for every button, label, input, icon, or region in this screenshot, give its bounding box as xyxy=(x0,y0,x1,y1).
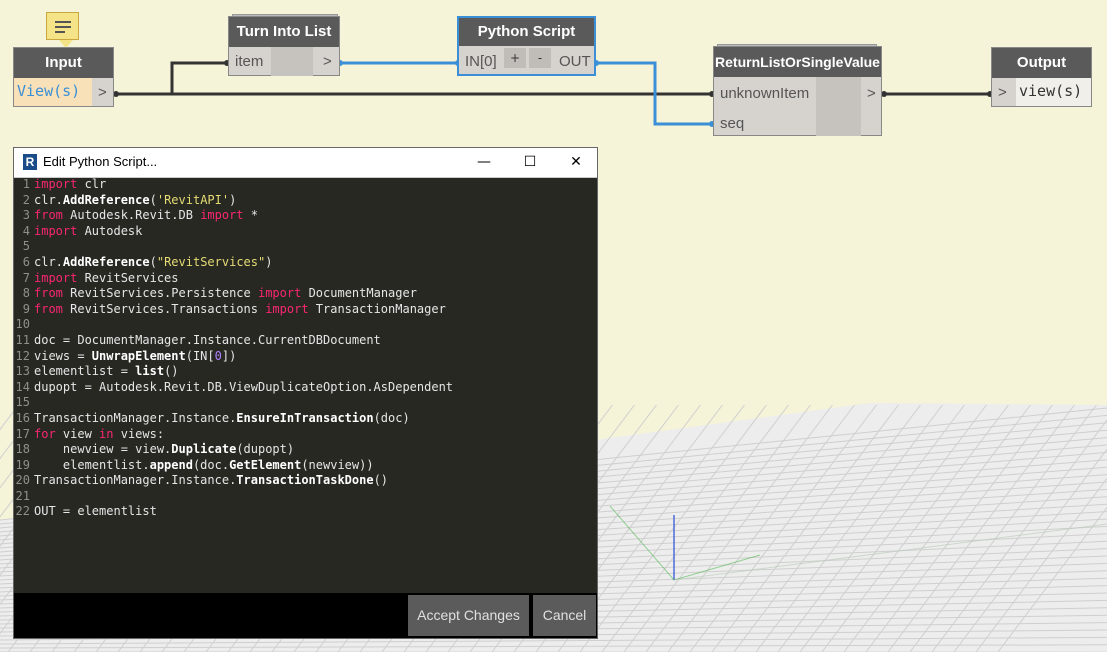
input-output-port[interactable]: > xyxy=(98,84,107,101)
line-number: 17 xyxy=(15,426,30,441)
code-text: doc = DocumentManager.Instance.CurrentDB… xyxy=(34,332,381,347)
return-list-seq-port[interactable]: seq xyxy=(720,115,744,132)
code-line[interactable]: 3 from Autodesk.Revit.DB import * xyxy=(14,208,597,224)
code-line[interactable]: 18 newview = view.Duplicate(dupopt) xyxy=(14,442,597,458)
code-text: from RevitServices.Persistence import Do… xyxy=(34,286,417,301)
input-node[interactable]: Input View(s) > xyxy=(13,47,114,107)
wire-input-to-turn-into-list xyxy=(170,61,227,94)
code-line[interactable]: 10 xyxy=(14,317,597,333)
code-text: TransactionManager.Instance.EnsureInTran… xyxy=(34,410,410,425)
add-input-button[interactable]: + xyxy=(504,48,526,68)
code-line[interactable]: 12 views = UnwrapElement(IN[0]) xyxy=(14,349,597,365)
return-list-node[interactable]: ReturnListOrSingleValue unknownItem seq … xyxy=(713,46,882,136)
code-line[interactable]: 22 OUT = elementlist xyxy=(14,504,597,520)
python-script-input-port[interactable]: IN[0] xyxy=(465,53,497,70)
return-list-output-port[interactable]: > xyxy=(867,85,876,102)
line-number: 1 xyxy=(22,177,30,191)
input-value-field[interactable]: View(s) xyxy=(14,78,92,106)
code-line[interactable]: 4 import Autodesk xyxy=(14,224,597,240)
minimize-icon[interactable]: — xyxy=(461,148,507,177)
code-text: from RevitServices.Transactions import T… xyxy=(34,301,446,316)
code-line[interactable]: 17 for view in views: xyxy=(14,427,597,443)
turn-into-list-title: Turn Into List xyxy=(229,17,339,47)
code-text: import Autodesk xyxy=(34,223,143,238)
code-text: dupopt = Autodesk.Revit.DB.ViewDuplicate… xyxy=(34,379,454,394)
turn-into-list-node[interactable]: Turn Into List item > xyxy=(228,16,340,76)
line-number: 14 xyxy=(15,379,30,394)
remove-input-button[interactable]: - xyxy=(529,48,551,68)
line-number: 11 xyxy=(15,332,30,347)
maximize-icon[interactable]: ☐ xyxy=(507,148,553,177)
line-number: 20 xyxy=(15,473,30,488)
line-number: 2 xyxy=(22,192,30,207)
editor-title: Edit Python Script... xyxy=(43,154,158,169)
line-number: 6 xyxy=(22,254,30,269)
note-icon[interactable] xyxy=(46,12,79,48)
code-line[interactable]: 7 import RevitServices xyxy=(14,271,597,287)
code-line[interactable]: 16 TransactionManager.Instance.EnsureInTr… xyxy=(14,411,597,427)
return-list-title: ReturnListOrSingleValue xyxy=(714,47,881,77)
line-number: 10 xyxy=(15,317,30,332)
line-number: 3 xyxy=(22,208,30,223)
code-text: import clr xyxy=(34,177,107,191)
line-number: 13 xyxy=(15,364,30,379)
turn-into-list-output-port[interactable]: > xyxy=(323,53,332,70)
python-script-output-port[interactable]: OUT xyxy=(559,53,591,70)
code-text: newview = view.Duplicate(dupopt) xyxy=(34,442,295,457)
line-number: 8 xyxy=(22,286,30,301)
code-line[interactable]: 15 xyxy=(14,395,597,411)
code-line[interactable]: 20 TransactionManager.Instance.Transactio… xyxy=(14,473,597,489)
code-line[interactable]: 1 import clr xyxy=(14,177,597,193)
code-editor[interactable]: 1 import clr 2 clr.AddReference('RevitAPI')… xyxy=(14,177,597,593)
turn-into-list-input-port[interactable]: item xyxy=(235,53,263,70)
cancel-button[interactable]: Cancel xyxy=(533,595,596,636)
code-text: elementlist.append(doc.GetElement(newvie… xyxy=(34,457,374,472)
output-node[interactable]: Output > view(s) xyxy=(991,47,1092,107)
line-number: 9 xyxy=(22,301,30,316)
code-line[interactable]: 5 xyxy=(14,239,597,255)
line-number: 7 xyxy=(22,270,30,285)
output-input-port[interactable]: > xyxy=(998,84,1007,101)
revit-app-icon: R xyxy=(23,154,37,170)
line-number: 18 xyxy=(15,442,30,457)
code-text: OUT = elementlist xyxy=(34,504,157,519)
line-number: 16 xyxy=(15,410,30,425)
code-line[interactable]: 2 clr.AddReference('RevitAPI') xyxy=(14,193,597,209)
code-text: clr.AddReference("RevitServices") xyxy=(34,254,273,269)
line-number: 15 xyxy=(15,395,30,410)
code-line[interactable]: 19 elementlist.append(doc.GetElement(new… xyxy=(14,458,597,474)
code-text: elementlist = list() xyxy=(34,364,179,379)
python-script-node[interactable]: Python Script IN[0] + - OUT xyxy=(457,16,596,76)
code-text: TransactionManager.Instance.TransactionT… xyxy=(34,473,389,488)
code-line[interactable]: 6 clr.AddReference("RevitServices") xyxy=(14,255,597,271)
code-line[interactable]: 21 xyxy=(14,489,597,505)
line-number: 21 xyxy=(15,488,30,503)
line-number: 12 xyxy=(15,348,30,363)
python-script-title: Python Script xyxy=(459,18,594,46)
code-line[interactable]: 13 elementlist = list() xyxy=(14,364,597,380)
code-text: clr.AddReference('RevitAPI') xyxy=(34,192,237,207)
return-list-unknownitem-port[interactable]: unknownItem xyxy=(720,85,809,102)
line-number: 19 xyxy=(15,457,30,472)
code-line[interactable]: 14 dupopt = Autodesk.Revit.DB.ViewDuplica… xyxy=(14,380,597,396)
output-value-field[interactable]: view(s) xyxy=(1016,78,1091,106)
python-editor-window[interactable]: R Edit Python Script... — ☐ ✕ 1 import cl… xyxy=(13,147,598,639)
code-text: views = UnwrapElement(IN[0]) xyxy=(34,348,237,363)
close-icon[interactable]: ✕ xyxy=(553,148,599,177)
code-text: import RevitServices xyxy=(34,270,179,285)
code-line[interactable]: 11 doc = DocumentManager.Instance.Current… xyxy=(14,333,597,349)
line-number: 22 xyxy=(15,504,30,519)
code-line[interactable]: 8 from RevitServices.Persistence import D… xyxy=(14,286,597,302)
line-number: 5 xyxy=(22,239,30,254)
accept-changes-button[interactable]: Accept Changes xyxy=(408,595,529,636)
code-line[interactable]: 9 from RevitServices.Transactions import … xyxy=(14,302,597,318)
code-text: from Autodesk.Revit.DB import * xyxy=(34,208,258,223)
code-text: for view in views: xyxy=(34,426,165,441)
editor-button-bar: Accept Changes Cancel xyxy=(14,593,597,638)
editor-titlebar[interactable]: R Edit Python Script... — ☐ ✕ xyxy=(14,148,597,178)
input-node-title: Input xyxy=(14,48,113,78)
line-number: 4 xyxy=(22,223,30,238)
output-node-title: Output xyxy=(992,48,1091,78)
